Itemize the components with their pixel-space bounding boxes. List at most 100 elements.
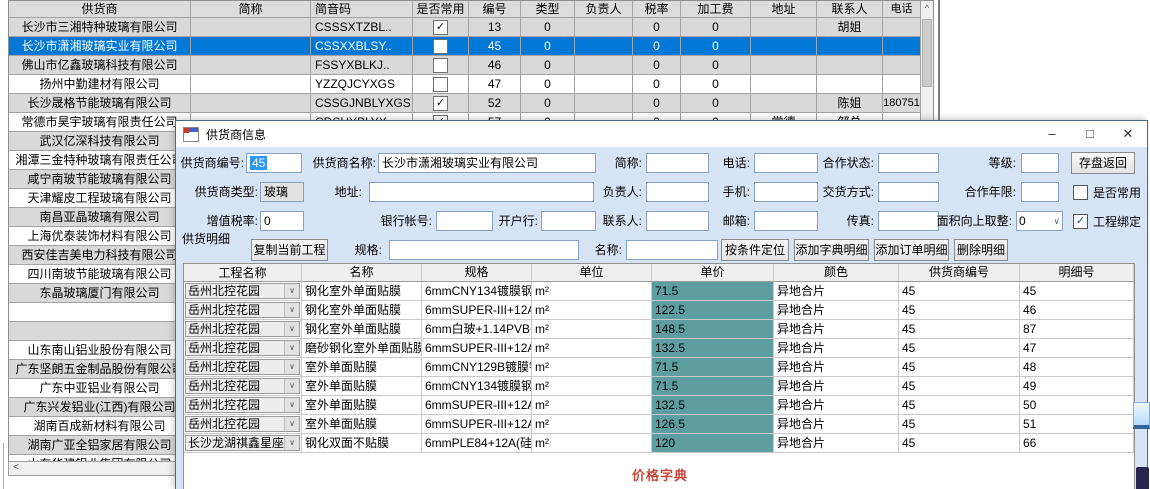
detail-cell[interactable]: 45	[899, 434, 1020, 453]
detail-cell[interactable]: 磨砂钢化室外单面贴膜	[302, 339, 422, 358]
detail-cell[interactable]: 异地合片	[774, 434, 899, 453]
detail-cell[interactable]: 钢化双面不贴膜	[302, 434, 422, 453]
detail-cell[interactable]: 48	[1020, 358, 1134, 377]
unit-price-cell[interactable]: 122.5	[652, 301, 774, 320]
project-combo[interactable]: 岳州北控花园∨	[185, 378, 300, 394]
detail-cell[interactable]: 室外单面贴膜	[302, 358, 422, 377]
coop-years-input[interactable]	[1021, 182, 1059, 202]
detail-cell[interactable]: m²	[532, 339, 652, 358]
supplier-row[interactable]: 长沙市潇湘玻璃实业有限公司CSSXXBLSY..45000	[9, 37, 933, 56]
detail-cell[interactable]: 岳州北控花园∨	[184, 301, 302, 320]
detail-cell[interactable]: 47	[1020, 339, 1134, 358]
detail-cell[interactable]: 岳州北控花园∨	[184, 396, 302, 415]
email-input[interactable]	[754, 211, 818, 231]
detail-cell[interactable]: 钢化室外单面贴膜	[302, 282, 422, 301]
detail-cell[interactable]: 6mmSUPER-III+12A(硅...	[422, 339, 532, 358]
detail-cell[interactable]: 室外单面贴膜	[302, 396, 422, 415]
detail-column-header[interactable]: 供货商编号	[899, 264, 1020, 282]
contact-input[interactable]	[646, 211, 709, 231]
detail-cell[interactable]: 岳州北控花园∨	[184, 339, 302, 358]
column-header[interactable]: 简称	[191, 1, 311, 18]
detail-row[interactable]: 岳州北控花园∨室外单面贴膜6mmCNY129B镀膜钢化m²71.5异地合片454…	[184, 358, 1134, 377]
detail-column-header[interactable]: 名称	[302, 264, 422, 282]
detail-column-header[interactable]: 明细号	[1020, 264, 1134, 282]
column-header[interactable]: 税率	[633, 1, 681, 18]
detail-cell[interactable]: 87	[1020, 320, 1134, 339]
detail-cell[interactable]: 异地合片	[774, 320, 899, 339]
detail-cell[interactable]: 46	[1020, 301, 1134, 320]
add-order-detail-button[interactable]: 添加订单明细	[874, 239, 949, 261]
detail-cell[interactable]: 岳州北控花园∨	[184, 320, 302, 339]
address-input[interactable]	[369, 182, 594, 202]
detail-cell[interactable]: m²	[532, 434, 652, 453]
column-header[interactable]: 加工费	[681, 1, 751, 18]
detail-cell[interactable]: m²	[532, 377, 652, 396]
chevron-down-icon[interactable]: ∨	[284, 303, 299, 317]
detail-cell[interactable]: 异地合片	[774, 339, 899, 358]
detail-column-header[interactable]: 单价	[652, 264, 774, 282]
coop-status-input[interactable]	[878, 153, 939, 173]
detail-cell[interactable]: 6mmCNY129B镀膜钢化	[422, 358, 532, 377]
detail-cell[interactable]: m²	[532, 415, 652, 434]
is-common-checkbox[interactable]: 是否常用	[1073, 182, 1141, 202]
detail-cell[interactable]: 异地合片	[774, 396, 899, 415]
column-header[interactable]: 负责人	[575, 1, 633, 18]
bank-input[interactable]	[541, 211, 596, 231]
project-binding-checkbox[interactable]: ✓ 工程绑定	[1073, 211, 1141, 231]
unit-price-cell[interactable]: 148.5	[652, 320, 774, 339]
grade-input[interactable]	[1021, 153, 1059, 173]
chevron-down-icon[interactable]: ∨	[284, 284, 299, 298]
detail-cell[interactable]: 岳州北控花园∨	[184, 282, 302, 301]
bank-account-input[interactable]	[436, 211, 493, 231]
supplier-name-input[interactable]: 长沙市潇湘玻璃实业有限公司	[378, 153, 596, 173]
supplier-row[interactable]: 长沙晟格节能玻璃有限公司CSSGJNBLYXGS✓52000陈姐180751	[9, 94, 933, 113]
detail-row[interactable]: 岳州北控花园∨钢化室外单面贴膜6mmCNY134镀膜钢化m²71.5异地合片45…	[184, 282, 1134, 301]
delivery-input[interactable]	[878, 182, 939, 202]
detail-cell[interactable]: m²	[532, 396, 652, 415]
copy-current-project-button[interactable]: 复制当前工程	[251, 239, 328, 261]
detail-cell[interactable]: 6mmSUPER-III+12A(硅...	[422, 301, 532, 320]
project-combo[interactable]: 长沙龙湖祺鑫星座∨	[185, 435, 300, 451]
locate-by-condition-button[interactable]: 按条件定位	[721, 239, 789, 261]
chevron-down-icon[interactable]: ∨	[284, 398, 299, 412]
column-header[interactable]: 类型	[521, 1, 575, 18]
column-header[interactable]: 电话	[883, 1, 921, 18]
detail-cell[interactable]: 45	[899, 282, 1020, 301]
detail-cell[interactable]: m²	[532, 301, 652, 320]
detail-cell[interactable]: 6mmCNY134镀膜钢化	[422, 282, 532, 301]
detail-row[interactable]: 长沙龙湖祺鑫星座∨钢化双面不贴膜6mmPLE84+12A(硅酮胶...m²120…	[184, 434, 1134, 453]
minimize-icon[interactable]: –	[1033, 121, 1071, 147]
common-checkbox[interactable]	[433, 39, 448, 54]
detail-cell[interactable]: 6mmCNY134镀膜钢化	[422, 377, 532, 396]
detail-cell[interactable]: 室外单面贴膜	[302, 415, 422, 434]
supplier-grid-horizontal-scrollbar[interactable]: <	[8, 461, 176, 476]
detail-cell[interactable]: 45	[899, 358, 1020, 377]
scroll-left-icon[interactable]: <	[9, 462, 23, 475]
supplier-row[interactable]: 佛山市亿鑫玻璃科技有限公司FSSYXBLKJ..46000	[9, 56, 933, 75]
detail-cell[interactable]: m²	[532, 320, 652, 339]
detail-cell[interactable]: 室外单面贴膜	[302, 377, 422, 396]
detail-cell[interactable]: 49	[1020, 377, 1134, 396]
detail-cell[interactable]: 岳州北控花园∨	[184, 358, 302, 377]
detail-cell[interactable]: 45	[899, 339, 1020, 358]
supplier-row[interactable]: 长沙市三湘特种玻璃有限公司CSSSXTZBL..✓13000胡姐	[9, 18, 933, 37]
column-header[interactable]: 编号	[469, 1, 521, 18]
abbr-input[interactable]	[646, 153, 709, 173]
detail-cell[interactable]: 51	[1020, 415, 1134, 434]
scroll-up-icon[interactable]: ^	[921, 1, 933, 16]
detail-column-header[interactable]: 单位	[532, 264, 652, 282]
delete-detail-button[interactable]: 删除明细	[954, 239, 1008, 261]
detail-row[interactable]: 岳州北控花园∨钢化室外单面贴膜6mm白玻+1.14PVB+6mm...m²148…	[184, 320, 1134, 339]
close-icon[interactable]: ✕	[1109, 121, 1147, 147]
common-checkbox[interactable]: ✓	[433, 96, 448, 111]
unit-price-cell[interactable]: 132.5	[652, 396, 774, 415]
detail-cell[interactable]: m²	[532, 282, 652, 301]
project-combo[interactable]: 岳州北控花园∨	[185, 359, 300, 375]
detail-row[interactable]: 岳州北控花园∨钢化室外单面贴膜6mmSUPER-III+12A(硅...m²12…	[184, 301, 1134, 320]
column-header[interactable]: 简音码	[311, 1, 413, 18]
project-combo[interactable]: 岳州北控花园∨	[185, 283, 300, 299]
project-combo[interactable]: 岳州北控花园∨	[185, 416, 300, 432]
detail-cell[interactable]: 45	[899, 415, 1020, 434]
detail-cell[interactable]: 45	[899, 320, 1020, 339]
checkbox-box[interactable]	[1073, 185, 1088, 200]
